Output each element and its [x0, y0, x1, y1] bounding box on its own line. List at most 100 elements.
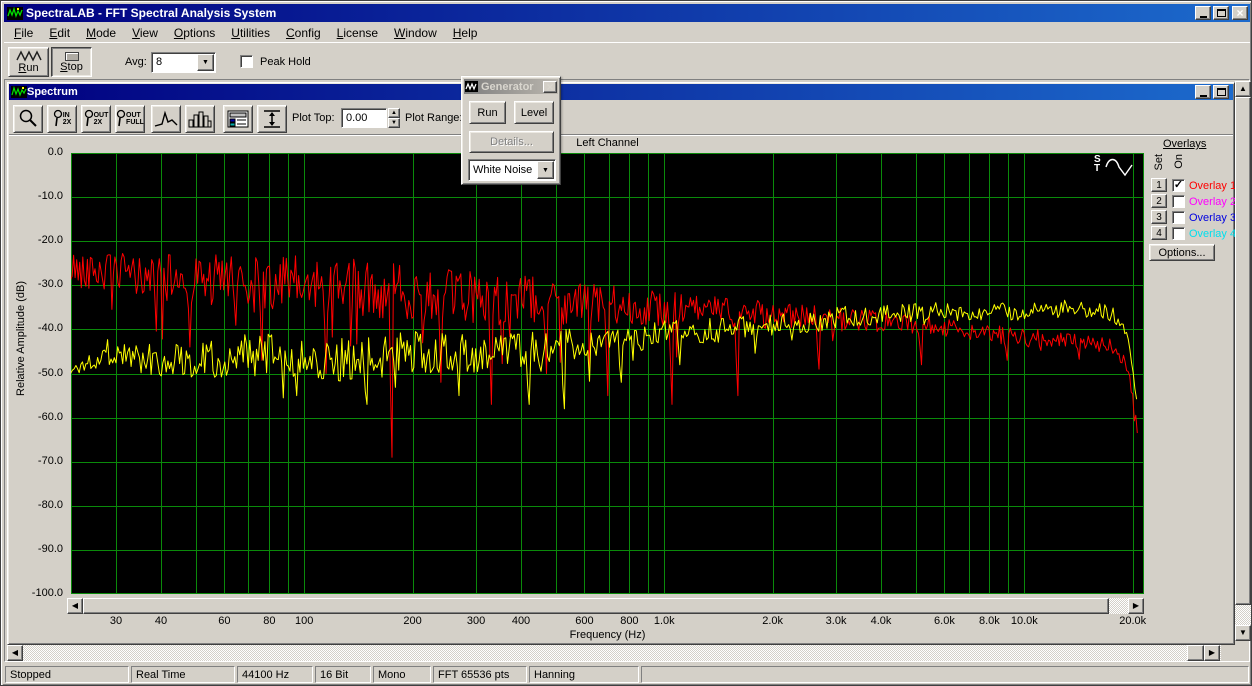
- plot-range-label: Plot Range:: [405, 112, 462, 124]
- mdi-scroll-right-arrow-icon[interactable]: ▶: [1204, 645, 1220, 661]
- status-bit-depth: 16 Bit: [315, 666, 371, 683]
- zoom-tool-button[interactable]: [13, 105, 43, 133]
- stop-button[interactable]: Stop: [51, 47, 92, 77]
- window-title: SpectraLAB - FFT Spectral Analysis Syste…: [26, 6, 276, 20]
- overlay-3-label: Overlay 3: [1189, 212, 1235, 224]
- x-tick-label: 1.0k: [654, 615, 675, 627]
- generator-details-button[interactable]: Details...: [469, 131, 554, 153]
- x-tick-label: 200: [403, 615, 421, 627]
- peak-hold-label: Peak Hold: [260, 56, 311, 68]
- menu-options[interactable]: Options: [166, 24, 223, 42]
- overlay-3-checkbox[interactable]: [1172, 211, 1185, 224]
- overlay-3-set-button[interactable]: 3: [1151, 210, 1167, 224]
- zoom-out-2x-button[interactable]: OUT2X: [81, 105, 111, 133]
- menu-mode[interactable]: Mode: [78, 24, 124, 42]
- title-bar[interactable]: SpectraLAB - FFT Spectral Analysis Syste…: [4, 4, 1250, 22]
- overlay-2-checkbox[interactable]: [1172, 195, 1185, 208]
- y-axis-tick-labels: 0.0-10.0-20.0-30.0-40.0-50.0-60.0-70.0-8…: [1, 146, 67, 601]
- zoom-out-text-1: OUT: [94, 112, 109, 119]
- overlays-options-button[interactable]: Options...: [1149, 244, 1215, 261]
- generator-title-bar[interactable]: Generator ×: [464, 79, 558, 94]
- mdi-h-scroll-thumb[interactable]: [1187, 645, 1204, 661]
- menu-help[interactable]: Help: [445, 24, 486, 42]
- zoom-in-2x-button[interactable]: IN2X: [47, 105, 77, 133]
- autoscale-button[interactable]: [257, 105, 287, 133]
- y-tick-label: -20.0: [38, 234, 63, 246]
- menu-bar: File Edit Mode View Options Utilities Co…: [4, 23, 1250, 42]
- spectrum-minimize-button[interactable]: [1195, 85, 1211, 99]
- y-tick-label: -10.0: [38, 190, 63, 202]
- overlay-4-set-button[interactable]: 4: [1151, 226, 1167, 240]
- menu-edit[interactable]: Edit: [41, 24, 78, 42]
- main-window: SpectraLAB - FFT Spectral Analysis Syste…: [0, 0, 1252, 686]
- plot-top-spin-up-button[interactable]: ▲: [388, 108, 400, 118]
- spectrum-plot-area[interactable]: S T: [71, 153, 1144, 594]
- x-tick-label: 800: [620, 615, 638, 627]
- y-tick-label: -90.0: [38, 543, 63, 555]
- display-options-button[interactable]: [223, 105, 253, 133]
- peak-hold-checkbox[interactable]: [240, 55, 253, 68]
- generator-run-button[interactable]: Run: [469, 101, 506, 124]
- spectrum-maximize-button[interactable]: [1213, 85, 1229, 99]
- overlays-set-column-label: Set: [1153, 154, 1165, 171]
- generator-signal-value: White Noise: [473, 164, 532, 176]
- status-sample-rate: 44100 Hz: [237, 666, 313, 683]
- menu-utilities[interactable]: Utilities: [223, 24, 278, 42]
- generator-title: Generator: [481, 81, 534, 93]
- mdi-scroll-up-arrow-icon[interactable]: ▲: [1235, 81, 1251, 97]
- x-tick-label: 8.0k: [979, 615, 1000, 627]
- line-plot-button[interactable]: [151, 105, 181, 133]
- overlay-1-set-button[interactable]: 1: [1151, 178, 1167, 192]
- spectrum-maximize-icon: [1217, 88, 1226, 96]
- y-tick-label: -30.0: [38, 278, 63, 290]
- status-run-state: Stopped: [5, 666, 129, 683]
- plot-top-spin-down-button[interactable]: ▼: [388, 118, 400, 128]
- x-axis-tick-labels: 304060801002003004006008001.0k2.0k3.0k4.…: [71, 615, 1144, 629]
- spectrum-window-title: Spectrum: [27, 86, 78, 98]
- plot-top-input[interactable]: 0.00: [341, 108, 387, 128]
- status-filler: [641, 666, 1249, 683]
- x-tick-label: 40: [155, 615, 167, 627]
- maximize-button[interactable]: [1213, 6, 1229, 20]
- menu-file[interactable]: File: [6, 24, 41, 42]
- y-tick-label: -80.0: [38, 499, 63, 511]
- plot-h-scrollbar[interactable]: ◀ ▶: [67, 598, 1144, 614]
- plot-scroll-left-arrow-icon[interactable]: ◀: [67, 598, 83, 614]
- plot-top-label: Plot Top:: [292, 112, 335, 124]
- generator-dropdown-arrow-icon[interactable]: ▼: [537, 161, 554, 179]
- x-tick-label: 2.0k: [762, 615, 783, 627]
- generator-level-button[interactable]: Level: [514, 101, 554, 124]
- menu-config[interactable]: Config: [278, 24, 329, 42]
- minimize-button[interactable]: [1195, 6, 1211, 20]
- main-toolbar: Run Stop Avg: 8 ▼ Peak Hold: [4, 42, 1250, 79]
- close-button[interactable]: ×: [1232, 6, 1248, 20]
- zoom-out-full-button[interactable]: OUTFULL: [115, 105, 145, 133]
- mdi-v-scroll-thumb[interactable]: [1235, 97, 1251, 605]
- mdi-v-scrollbar[interactable]: ▲ ▼: [1235, 81, 1251, 641]
- x-tick-label: 400: [512, 615, 530, 627]
- mdi-h-scrollbar[interactable]: ◀ ▶: [7, 645, 1221, 661]
- overlay-2-set-button[interactable]: 2: [1151, 194, 1167, 208]
- spectrum-title-bar[interactable]: Spectrum: [9, 84, 1233, 100]
- overlay-4-checkbox[interactable]: [1172, 227, 1185, 240]
- generator-dialog: Generator × Run Level Details... White N…: [461, 76, 561, 185]
- overlay-1-checkbox[interactable]: ✓: [1172, 179, 1185, 192]
- run-button[interactable]: Run: [8, 47, 49, 77]
- status-bar: Stopped Real Time 44100 Hz 16 Bit Mono F…: [4, 662, 1250, 684]
- magnifier-icon: [18, 109, 38, 129]
- x-tick-label: 4.0k: [871, 615, 892, 627]
- plot-scroll-right-arrow-icon[interactable]: ▶: [1128, 598, 1144, 614]
- menu-view[interactable]: View: [124, 24, 166, 42]
- menu-window[interactable]: Window: [386, 24, 445, 42]
- bar-plot-button[interactable]: [185, 105, 215, 133]
- generator-close-button[interactable]: ×: [543, 81, 557, 93]
- generator-signal-combobox[interactable]: White Noise ▼: [468, 159, 556, 181]
- avg-dropdown-arrow-icon[interactable]: ▼: [197, 54, 214, 71]
- x-tick-label: 80: [263, 615, 275, 627]
- mdi-scroll-down-arrow-icon[interactable]: ▼: [1235, 625, 1251, 641]
- overlays-heading: Overlays: [1163, 138, 1206, 150]
- mdi-scroll-left-arrow-icon[interactable]: ◀: [7, 645, 23, 661]
- plot-scroll-thumb[interactable]: [83, 598, 1109, 614]
- avg-combobox[interactable]: 8 ▼: [151, 52, 216, 73]
- menu-license[interactable]: License: [329, 24, 386, 42]
